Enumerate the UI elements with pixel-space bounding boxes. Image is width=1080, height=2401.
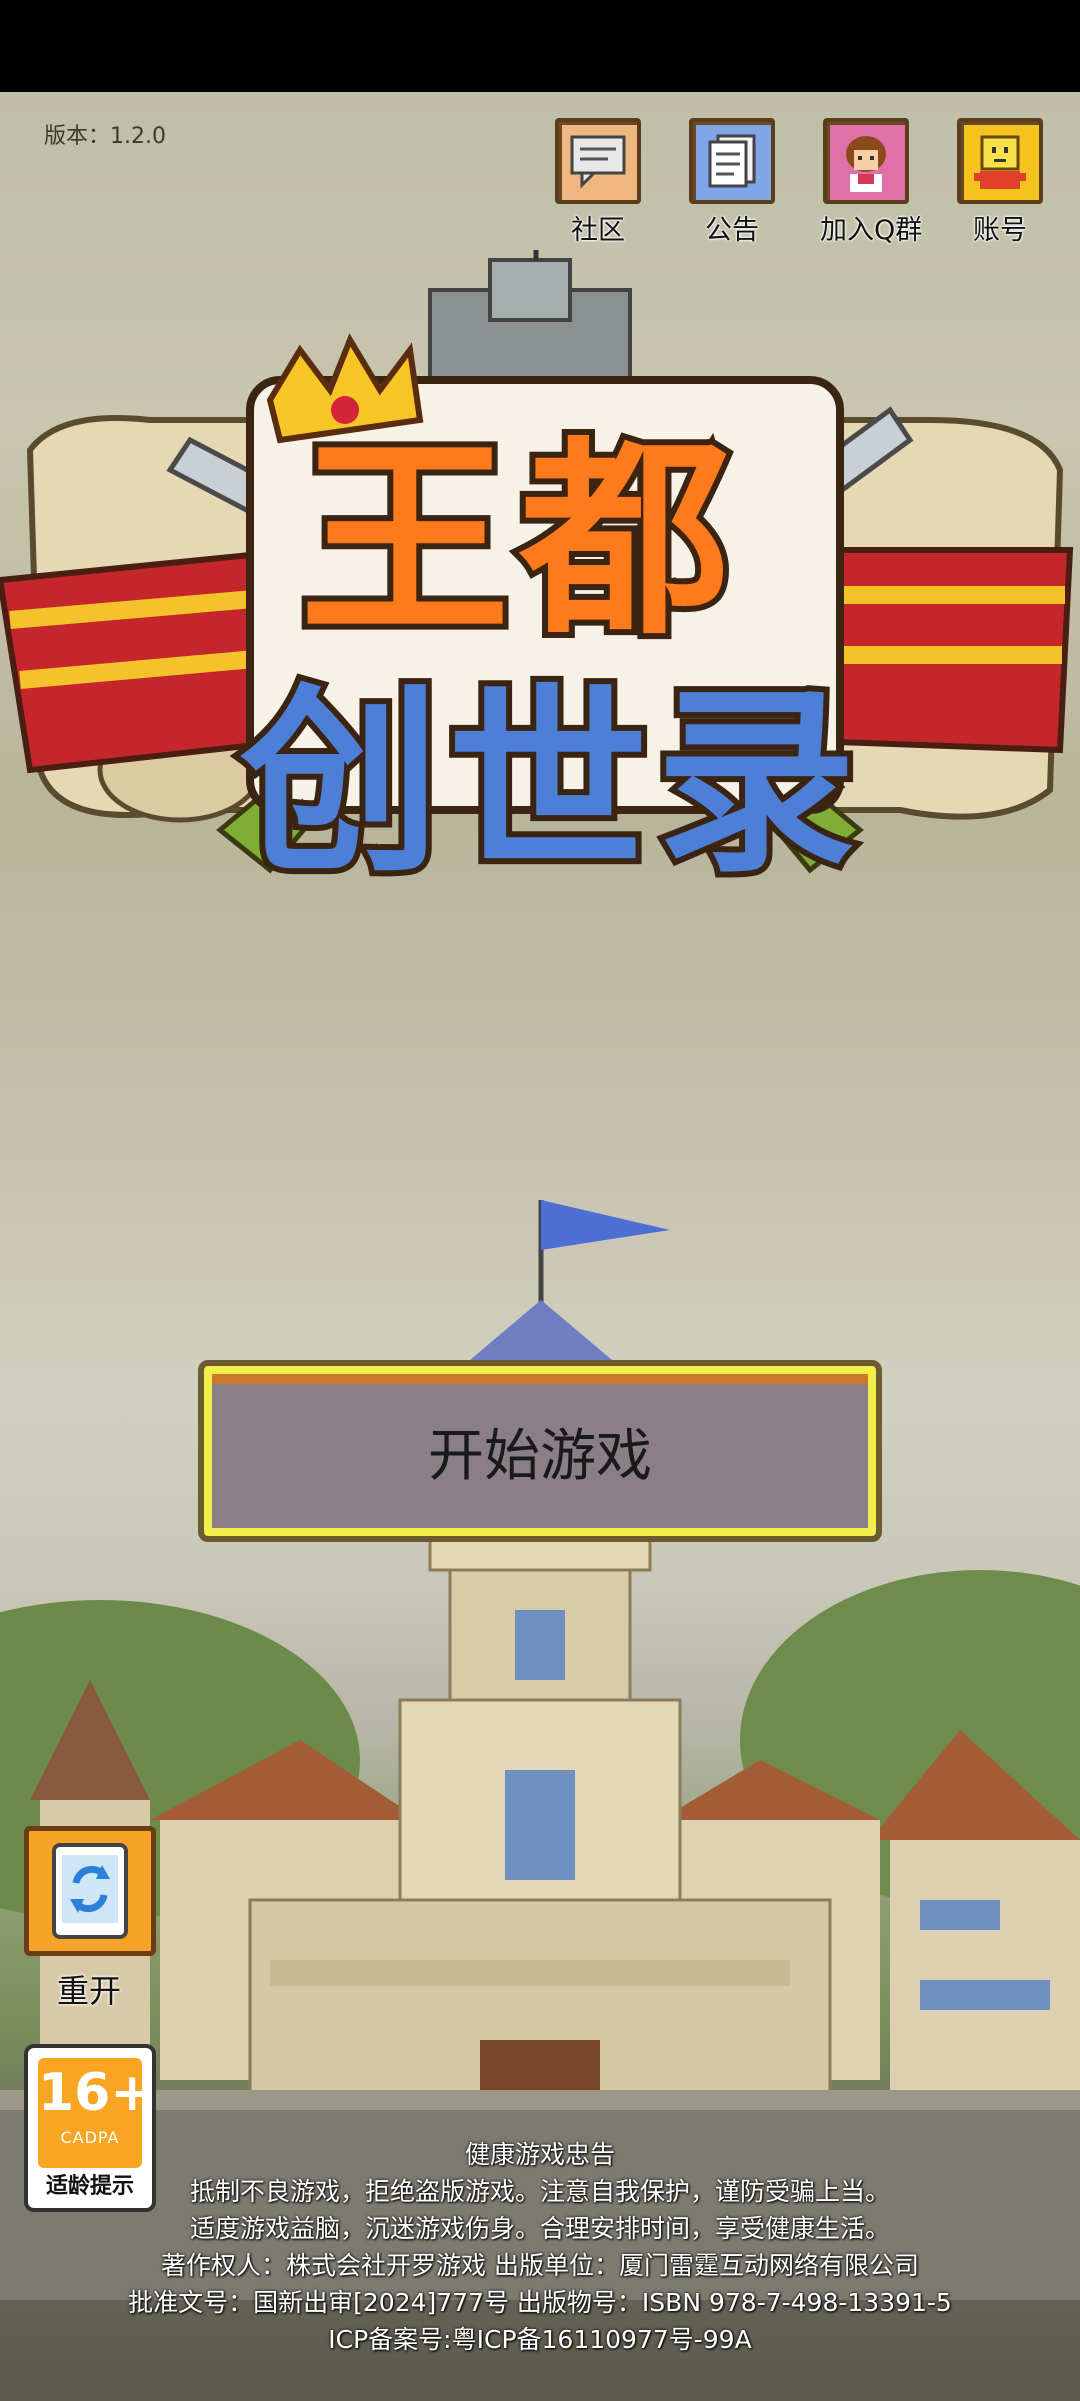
health-notice: 健康游戏忠告 抵制不良游戏，拒绝盗版游戏。注意自我保护，谨防受骗上当。 适度游戏… — [0, 2136, 1080, 2358]
status-bar — [0, 0, 1080, 92]
logo-title-line2: 创世录 — [234, 661, 865, 906]
document-icon — [689, 118, 775, 204]
game-title-screen: { "version": "版本：1.2.0", "top_buttons": … — [0, 0, 1080, 2401]
version-label: 版本：1.2.0 — [44, 124, 166, 149]
join-qq-group-button[interactable]: 加入Q群 — [820, 118, 923, 247]
copyright-line: 著作权人：株式会社开罗游戏 出版单位：厦门雷霆互动网络有限公司 — [161, 2251, 919, 2280]
announcement-button[interactable]: 公告 — [686, 118, 778, 247]
join-qq-group-label: 加入Q群 — [820, 215, 923, 246]
refresh-icon — [24, 1826, 156, 1956]
notice-line-2: 适度游戏益脑，沉迷游戏伤身。合理安排时间，享受健康生活。 — [189, 2214, 890, 2243]
announcement-label: 公告 — [705, 215, 759, 246]
community-button[interactable]: 社区 — [552, 118, 644, 247]
account-label: 账号 — [973, 215, 1027, 246]
start-game-button[interactable]: 开始游戏 — [198, 1360, 882, 1542]
community-label: 社区 — [571, 215, 625, 246]
restart-button[interactable]: 重开 — [24, 1826, 156, 2012]
age-rating-number: 16+ — [38, 2063, 154, 2123]
start-game-label: 开始游戏 — [428, 1423, 652, 1489]
approval-line: 批准文号：国新出审[2024]777号 出版物号：ISBN 978-7-498-… — [128, 2288, 952, 2317]
notice-title: 健康游戏忠告 — [464, 2140, 615, 2169]
account-button[interactable]: 账号 — [954, 118, 1046, 247]
smiley-icon — [957, 118, 1043, 204]
restart-label: 重开 — [56, 1972, 121, 2010]
character-portrait-icon — [823, 118, 909, 204]
chat-bubble-icon — [555, 118, 641, 204]
icp-line: ICP备案号:粤ICP备16110977号-99A — [328, 2325, 752, 2354]
notice-line-1: 抵制不良游戏，拒绝盗版游戏。注意自我保护，谨防受骗上当。 — [189, 2177, 890, 2206]
game-logo: 王都 创世录 — [0, 250, 1080, 906]
